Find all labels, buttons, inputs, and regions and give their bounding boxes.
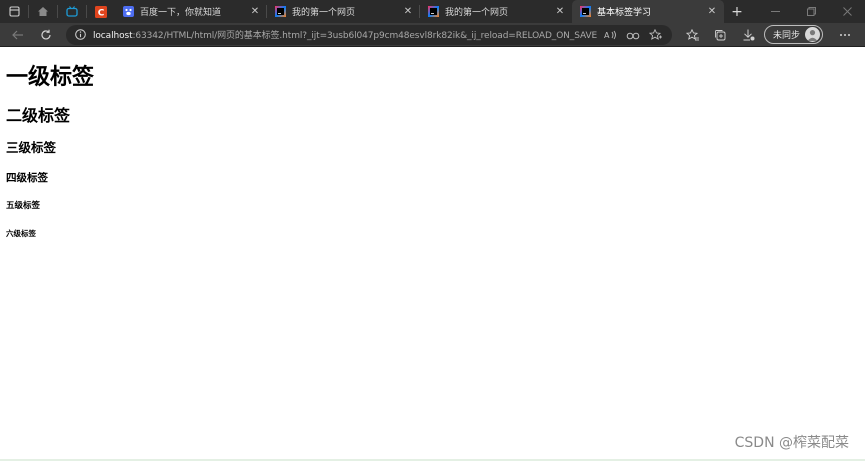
tab-baidu[interactable]: 百度一下，你就知道 ✕ — [115, 0, 267, 23]
address-bar[interactable]: localhost:63342/HTML/html/网页的基本标签.html?_… — [66, 24, 672, 45]
plus-icon: + — [731, 3, 743, 20]
close-icon[interactable]: ✕ — [554, 6, 566, 18]
immersive-reader-icon — [626, 32, 640, 39]
close-icon[interactable]: ✕ — [249, 6, 261, 18]
home-icon — [38, 7, 48, 16]
back-arrow-icon — [12, 30, 23, 39]
heading-level-5: 五级标签 — [6, 201, 41, 211]
tab-first-page-1[interactable]: 我的第一个网页 ✕ — [267, 0, 420, 23]
favorites-button[interactable] — [678, 24, 706, 46]
refresh-icon — [41, 29, 51, 40]
bilibili-icon — [66, 6, 78, 17]
pinned-tab-bilibili[interactable] — [58, 0, 86, 23]
baidu-icon — [123, 6, 134, 17]
collections-button[interactable] — [706, 24, 734, 46]
download-icon — [743, 29, 754, 40]
heading-level-4: 四级标签 — [6, 172, 48, 184]
window-controls — [757, 0, 865, 23]
heading-level-1: 一级标签 — [6, 65, 95, 90]
star-add-icon — [648, 28, 662, 40]
close-icon[interactable]: ✕ — [706, 6, 718, 18]
heading-level-3: 三级标签 — [6, 140, 57, 155]
collections-icon — [714, 29, 725, 40]
favorites-icon — [685, 28, 699, 40]
tab-title: 百度一下，你就知道 — [140, 8, 222, 18]
read-aloud-button[interactable]: A — [600, 26, 622, 44]
info-icon[interactable] — [74, 29, 86, 41]
more-icon — [840, 33, 851, 36]
browser-window: C 百度一下，你就知道 ✕ 我的第一个网页 ✕ 我的第一个网页 ✕ 基本标签学习… — [0, 0, 865, 461]
url-path: :63342/HTML/html/网页的基本标签.html?_ijt=3usb6… — [132, 31, 598, 41]
svg-text:A: A — [604, 31, 610, 40]
tab-actions-button[interactable] — [0, 0, 28, 23]
refresh-button[interactable] — [32, 24, 60, 46]
settings-more-button[interactable] — [831, 24, 859, 46]
minimize-button[interactable] — [757, 0, 793, 23]
heading-level-6: 六级标签 — [6, 229, 36, 238]
restore-icon — [806, 7, 816, 16]
profile-sync-button[interactable]: 未同步 — [764, 25, 824, 44]
tab-actions-icon — [8, 6, 20, 17]
heading-level-2: 二级标签 — [6, 106, 71, 125]
user-icon — [807, 30, 818, 41]
pinned-tab-csdn[interactable]: C — [87, 0, 115, 23]
restore-button[interactable] — [793, 0, 829, 23]
new-tab-button[interactable]: + — [724, 0, 750, 23]
csdn-watermark: CSDN @榨菜配菜 — [734, 435, 849, 451]
read-aloud-icon: A — [604, 30, 616, 40]
tab-strip: C 百度一下，你就知道 ✕ 我的第一个网页 ✕ 我的第一个网页 ✕ 基本标签学习… — [0, 0, 865, 23]
avatar — [805, 27, 821, 42]
tab-title: 我的第一个网页 — [445, 8, 509, 18]
tab-first-page-2[interactable]: 我的第一个网页 ✕ — [420, 0, 572, 23]
intellij-icon — [580, 6, 591, 17]
tab-title: 基本标签学习 — [597, 8, 652, 18]
tab-title: 我的第一个网页 — [292, 8, 356, 18]
browser-toolbar: localhost:63342/HTML/html/网页的基本标签.html?_… — [0, 23, 865, 47]
close-icon[interactable]: ✕ — [402, 6, 414, 18]
url-host: localhost — [93, 31, 133, 41]
svg-text:C: C — [98, 8, 105, 18]
intellij-icon — [275, 6, 286, 17]
downloads-button[interactable] — [734, 24, 762, 46]
sync-status-label: 未同步 — [773, 31, 801, 41]
tab-basic-tags[interactable]: 基本标签学习 ✕ — [572, 0, 724, 23]
page-content: 一级标签 二级标签 三级标签 四级标签 五级标签 六级标签 CSDN @榨菜配菜 — [0, 47, 865, 461]
immersive-reader-button[interactable] — [622, 26, 644, 44]
minimize-icon — [770, 11, 780, 12]
close-window-button[interactable] — [829, 0, 865, 23]
url-text[interactable]: localhost:63342/HTML/html/网页的基本标签.html?_… — [93, 28, 600, 41]
add-favorite-button[interactable] — [644, 26, 666, 44]
pinned-tab-home[interactable] — [29, 0, 57, 23]
back-button[interactable] — [4, 24, 32, 46]
close-icon — [842, 7, 852, 16]
intellij-icon — [428, 6, 439, 17]
csdn-icon: C — [95, 5, 107, 18]
